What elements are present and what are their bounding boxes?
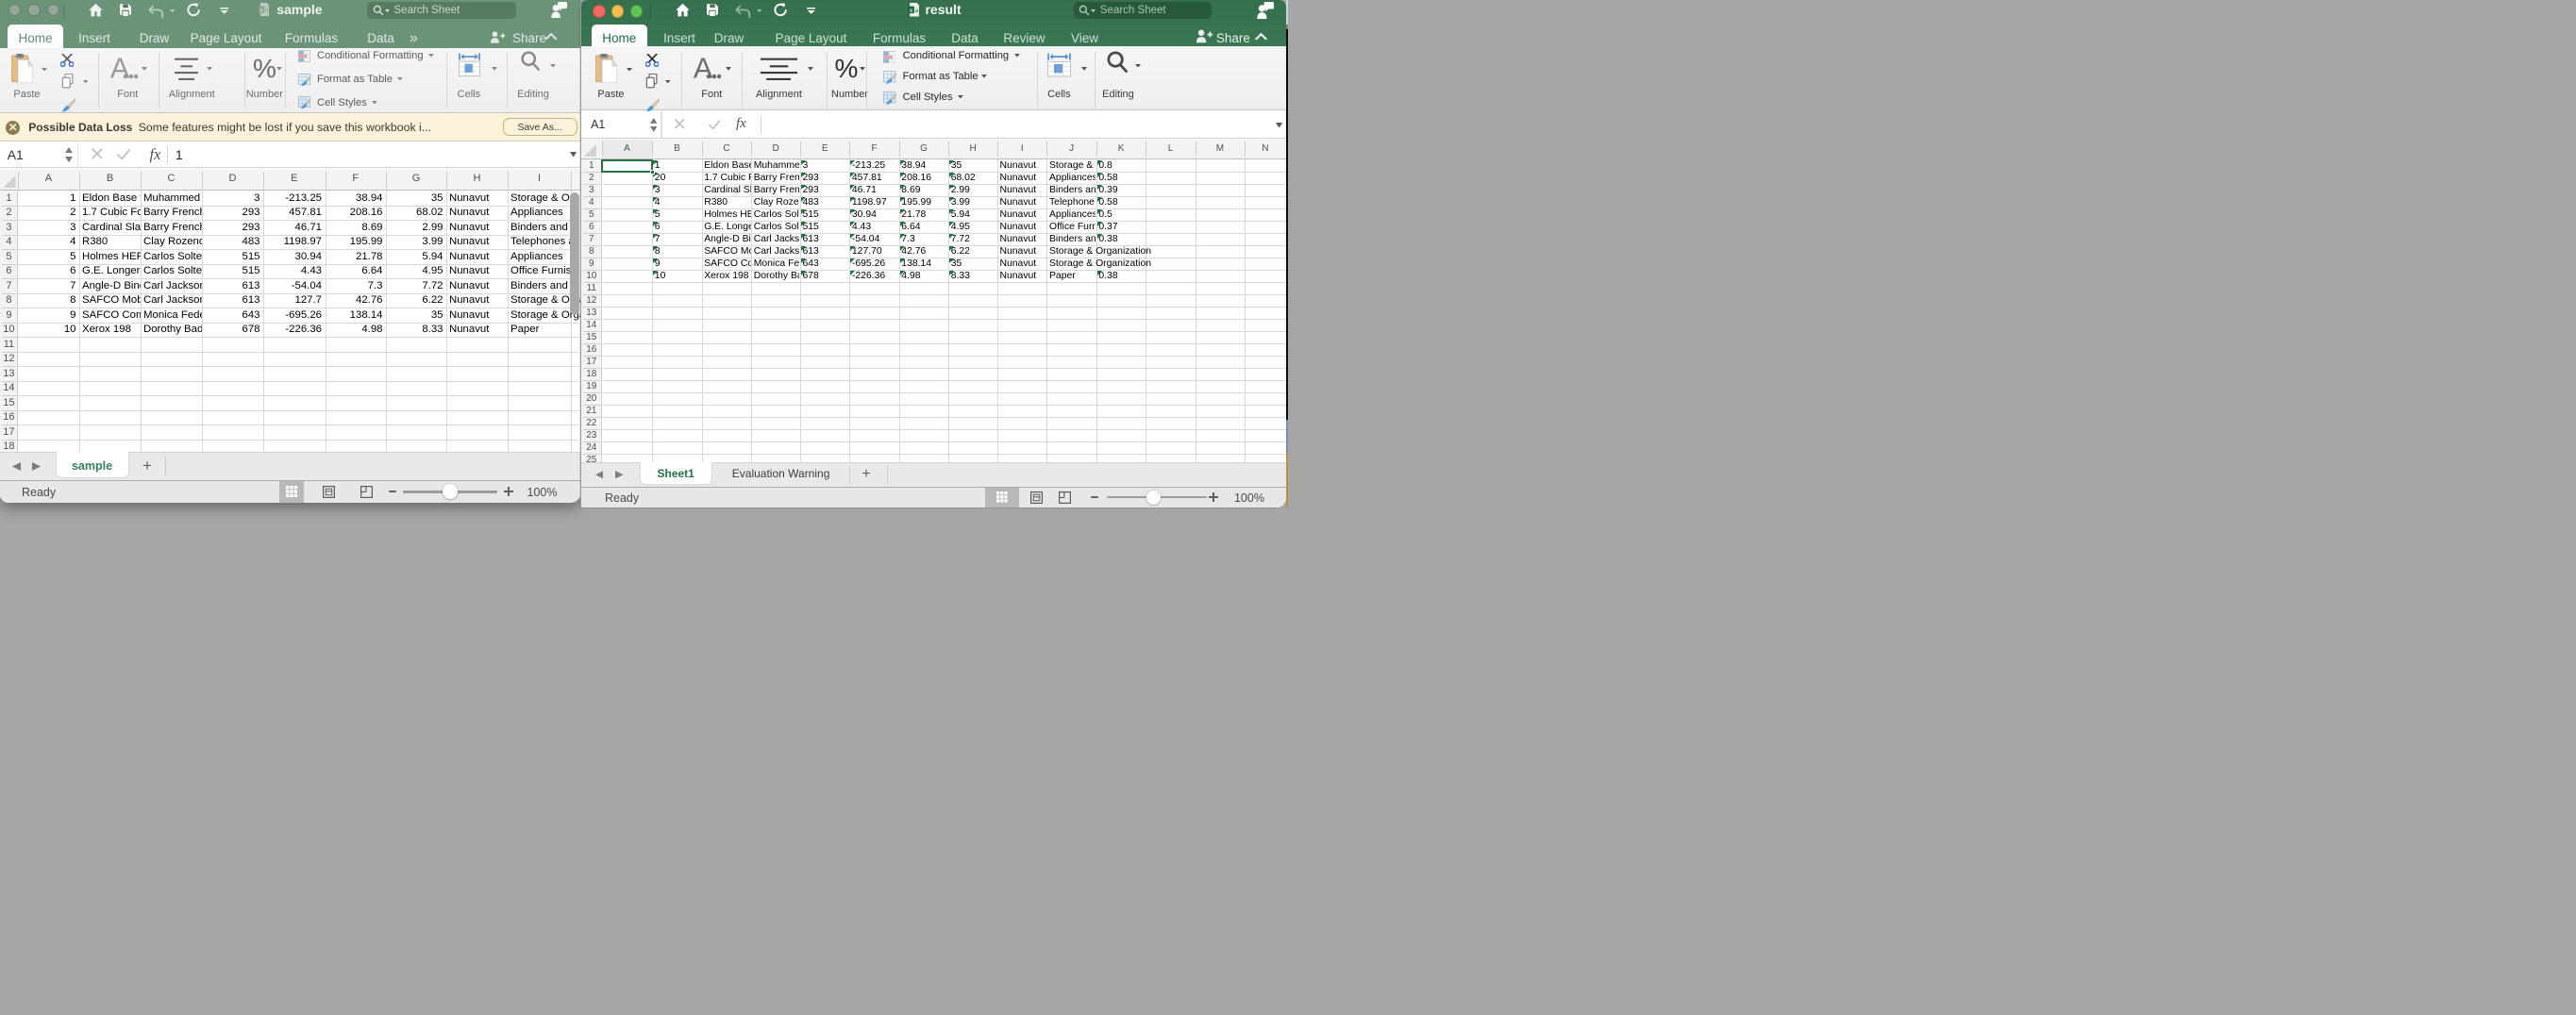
- svg-text:a: a: [265, 8, 269, 14]
- svg-text:a: a: [915, 8, 919, 14]
